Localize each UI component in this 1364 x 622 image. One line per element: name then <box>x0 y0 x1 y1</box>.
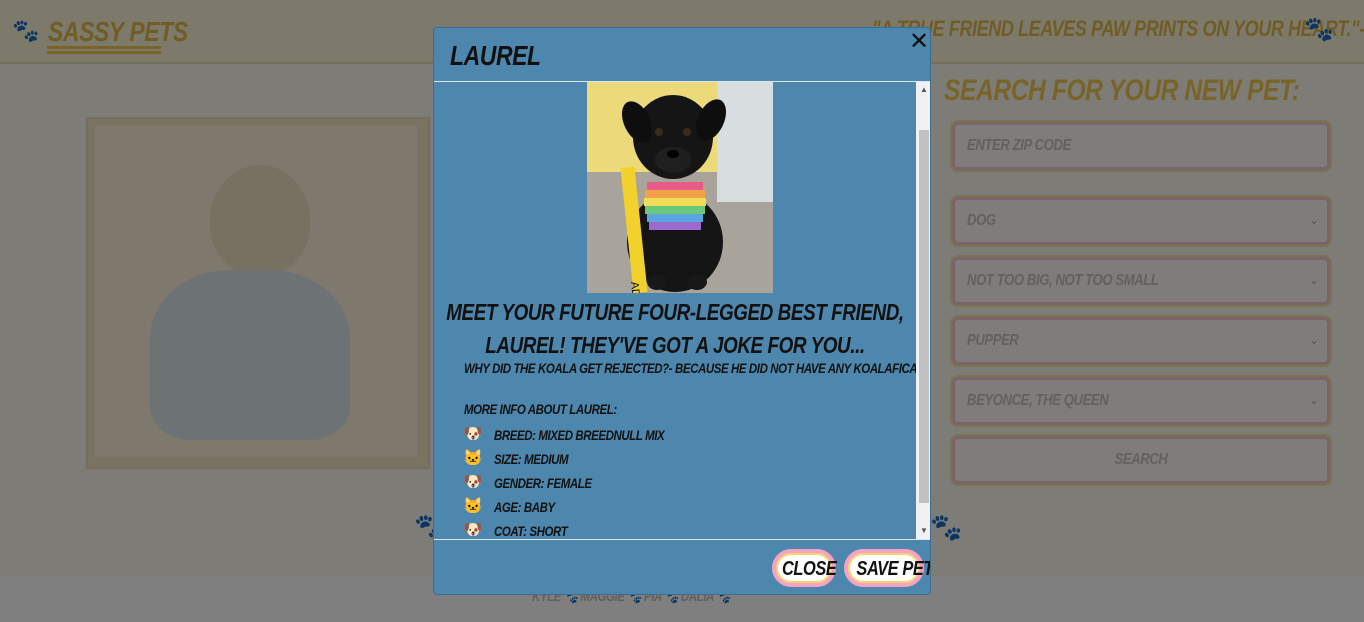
dog-icon: 🐶 <box>463 426 483 443</box>
dog-icon: 🐶 <box>463 474 483 491</box>
dog-icon: 🐶 <box>463 522 483 539</box>
rainbow-harness <box>644 182 706 230</box>
info-size: Size: Medium <box>494 451 569 467</box>
scroll-thumb[interactable] <box>919 130 929 503</box>
scroll-up-arrow-icon[interactable]: ▲ <box>916 82 930 98</box>
close-button[interactable]: Close <box>772 549 837 587</box>
pet-detail-modal: Laurel ✕ <box>433 27 931 595</box>
pet-headline-text: Meet your future four-legged best friend… <box>446 299 904 358</box>
pet-photo: ADOPT <box>587 82 773 293</box>
save-pet-button[interactable]: Save Pet <box>844 549 930 587</box>
modal-header: Laurel ✕ <box>434 28 930 82</box>
modal-body[interactable]: ADOPT Meet your future four-legged best … <box>434 82 931 539</box>
more-info-label: More info about Laurel: <box>464 401 617 417</box>
pet-headline: Meet your future four-legged best friend… <box>434 296 916 362</box>
pet-joke: Why did the koala get rejected?- Because… <box>464 360 931 376</box>
modal-footer: Close Save Pet <box>434 539 930 594</box>
info-coat: Coat: Short <box>494 523 568 539</box>
close-icon[interactable]: ✕ <box>908 30 930 54</box>
cat-icon: 🐱 <box>463 450 483 467</box>
cat-icon: 🐱 <box>463 498 483 515</box>
modal-title: Laurel <box>450 40 541 71</box>
scroll-down-arrow-icon[interactable]: ▼ <box>916 523 930 539</box>
save-pet-button-label: Save Pet <box>856 558 931 580</box>
modal-scrollbar[interactable]: ▲ ▼ <box>916 82 930 539</box>
info-breed: Breed: Mixed Breednull mix <box>494 427 665 443</box>
info-age: Age: Baby <box>494 499 555 515</box>
close-button-label: Close <box>781 558 837 580</box>
info-gender: Gender: Female <box>494 475 592 491</box>
